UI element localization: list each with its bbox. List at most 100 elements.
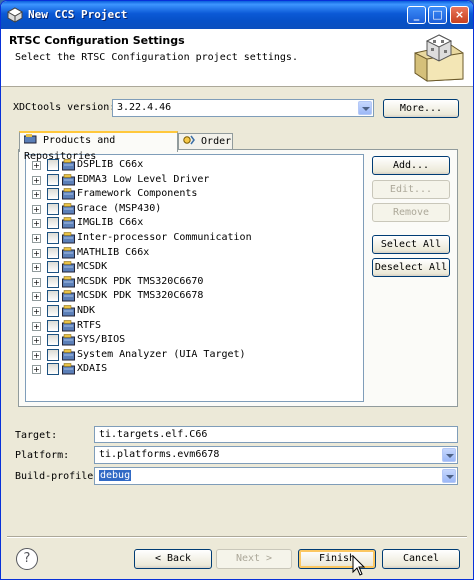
tree-item[interactable]: + MATHLIB C66x: [26, 246, 356, 260]
product-checkbox[interactable]: [47, 305, 59, 317]
build-profile-label: Build-profile:: [15, 471, 100, 482]
tree-item[interactable]: + MCSDK PDK TMS320C6670: [26, 275, 356, 289]
tree-item-label: SYS/BIOS: [77, 334, 126, 346]
select-all-button-label: Select All: [380, 239, 442, 250]
expand-icon[interactable]: +: [32, 350, 41, 360]
expand-icon[interactable]: +: [32, 321, 41, 331]
build-profile-select[interactable]: debug: [94, 467, 458, 485]
more-button[interactable]: More...: [383, 99, 459, 118]
product-checkbox[interactable]: [47, 202, 59, 215]
product-checkbox[interactable]: [47, 173, 59, 186]
tree-item[interactable]: + SYS/BIOS: [26, 333, 356, 347]
product-checkbox[interactable]: [47, 348, 59, 361]
page-title: RTSC Configuration Settings: [9, 34, 185, 47]
edit-button[interactable]: Edit...: [372, 180, 450, 199]
package-icon: [62, 232, 75, 244]
package-icon: [62, 349, 75, 361]
add-button[interactable]: Add...: [372, 156, 450, 175]
tree-item-label: MCSDK: [77, 261, 108, 273]
target-input[interactable]: ti.targets.elf.C66: [94, 426, 458, 443]
tree-item[interactable]: + MCSDK: [26, 260, 356, 274]
package-icon: [62, 305, 75, 317]
next-button[interactable]: Next >: [216, 549, 292, 569]
platform-select[interactable]: ti.platforms.evm6678: [94, 446, 458, 464]
package-icon: [62, 319, 75, 332]
wizard-banner: RTSC Configuration Settings Select the R…: [1, 29, 473, 87]
maximize-icon[interactable]: □: [428, 6, 447, 24]
expand-icon[interactable]: +: [32, 234, 41, 243]
tree-item[interactable]: + EDMA3 Low Level Driver: [26, 173, 356, 187]
wizard-banner-icon: [414, 34, 464, 82]
tree-item-label: XDAIS: [77, 363, 108, 375]
expand-icon[interactable]: +: [32, 365, 41, 375]
chevron-down-icon[interactable]: [358, 101, 372, 115]
expand-icon[interactable]: +: [32, 204, 41, 214]
tree-item-label: System Analyzer (UIA Target): [77, 348, 246, 360]
product-checkbox[interactable]: [47, 246, 59, 259]
tree-item[interactable]: + RTFS: [26, 319, 356, 333]
tree-item-label: MCSDK PDK TMS320C6678: [77, 290, 204, 302]
expand-icon[interactable]: +: [32, 219, 41, 229]
package-icon: [62, 334, 75, 346]
product-checkbox[interactable]: [47, 363, 59, 376]
product-checkbox[interactable]: [47, 188, 59, 201]
back-button-label: < Back: [154, 553, 192, 564]
build-profile-value: debug: [99, 470, 132, 481]
package-icon: [62, 217, 75, 229]
close-icon[interactable]: ×: [450, 6, 469, 24]
package-icon: [23, 134, 37, 144]
expand-icon[interactable]: +: [32, 292, 41, 302]
deselect-all-button[interactable]: Deselect All: [372, 258, 450, 277]
expand-icon[interactable]: +: [32, 336, 41, 346]
product-checkbox[interactable]: [47, 217, 59, 230]
product-checkbox[interactable]: [47, 232, 59, 244]
platform-label: Platform:: [15, 450, 70, 461]
tree-item[interactable]: + MCSDK PDK TMS320C6678: [26, 289, 356, 303]
title-bar[interactable]: New CCS Project _ □ ×: [1, 1, 473, 29]
expand-icon[interactable]: +: [32, 175, 41, 185]
products-tree[interactable]: + DSPLIB C66x + EDMA3 Low Level Driver + Fram…: [25, 154, 364, 402]
tree-item-label: NDK: [77, 305, 96, 316]
tree-item-label: IMGLIB C66x: [77, 217, 144, 229]
minimize-icon[interactable]: _: [407, 6, 426, 24]
expand-icon[interactable]: +: [32, 263, 41, 273]
help-icon[interactable]: ?: [16, 548, 38, 570]
expand-icon[interactable]: +: [32, 307, 41, 316]
product-checkbox[interactable]: [47, 319, 59, 332]
tree-item-label: MATHLIB C66x: [77, 246, 150, 258]
package-icon: [62, 173, 75, 186]
tree-item[interactable]: + XDAIS: [26, 362, 356, 376]
product-checkbox[interactable]: [47, 334, 59, 347]
product-checkbox[interactable]: [47, 261, 59, 274]
xdctools-version-select[interactable]: 3.22.4.46: [112, 99, 374, 117]
cancel-button[interactable]: Cancel: [382, 549, 460, 569]
tree-item[interactable]: + Framework Components: [26, 187, 356, 201]
footer-separator: [7, 536, 467, 538]
package-icon: [62, 188, 75, 200]
tree-item[interactable]: + System Analyzer (UIA Target): [26, 348, 356, 362]
finish-button-label: Finish: [318, 553, 356, 564]
deselect-all-button-label: Deselect All: [374, 262, 448, 273]
tree-item[interactable]: + Inter-processor Communication: [26, 231, 356, 245]
remove-button[interactable]: Remove: [372, 203, 450, 222]
next-button-label: Next >: [235, 553, 273, 564]
tree-item[interactable]: + Grace (MSP430): [26, 202, 356, 216]
remove-button-label: Remove: [392, 207, 430, 218]
expand-icon[interactable]: +: [32, 248, 41, 258]
package-icon: [62, 276, 75, 288]
select-all-button[interactable]: Select All: [372, 235, 450, 254]
package-icon: [62, 261, 75, 273]
tree-item[interactable]: + NDK: [26, 304, 356, 318]
product-checkbox[interactable]: [47, 290, 59, 303]
expand-icon[interactable]: +: [32, 277, 41, 287]
expand-icon[interactable]: +: [32, 190, 41, 200]
product-checkbox[interactable]: [47, 275, 59, 288]
back-button[interactable]: < Back: [134, 549, 212, 569]
tree-item-label: EDMA3 Low Level Driver: [77, 173, 210, 185]
tab-products-and-repositories[interactable]: Products and Repositories: [19, 131, 178, 162]
more-button-label: More...: [399, 103, 443, 114]
new-ccs-project-dialog: New CCS Project _ □ × RTSC Configuration…: [0, 0, 474, 580]
chevron-down-icon[interactable]: [442, 448, 456, 462]
chevron-down-icon[interactable]: [442, 469, 456, 483]
tree-item[interactable]: + IMGLIB C66x: [26, 216, 356, 230]
